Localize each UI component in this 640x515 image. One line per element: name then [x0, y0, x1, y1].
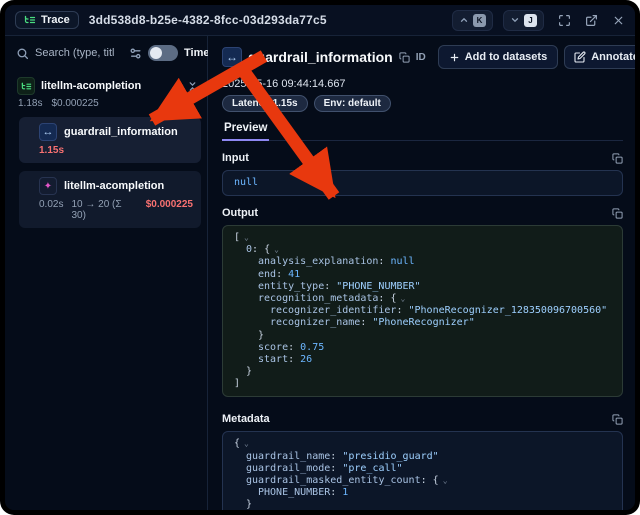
tab-preview[interactable]: Preview	[222, 119, 269, 141]
trace-icon	[17, 77, 35, 95]
tree-item-label: litellm-acompletion	[41, 80, 164, 92]
latency-badge: Latency 1.15s	[222, 95, 308, 112]
topbar: Trace 3dd538d8-b25e-4382-8fcc-03d293da77…	[5, 5, 635, 36]
observation-header: ↔ guardrail_information ID Add to datase…	[222, 45, 623, 69]
tree-item-root-trace[interactable]: litellm-acompletion	[14, 77, 201, 95]
metadata-heading: Metadata	[222, 413, 270, 425]
collapse-chevron-icon[interactable]	[170, 81, 181, 92]
copy-input-icon[interactable]	[612, 153, 623, 164]
item-latency: 1.15s	[39, 145, 64, 156]
badge-row: Latency 1.15s Env: default	[222, 95, 623, 112]
window-frame: Trace 3dd538d8-b25e-4382-8fcc-03d293da77…	[0, 0, 640, 515]
tree-root-stats: 1.18s $0.000225	[18, 98, 201, 109]
list-tree-icon	[24, 14, 36, 26]
filter-sliders-icon[interactable]	[129, 47, 142, 60]
add-to-datasets-label: Add to datasets	[465, 51, 548, 63]
shortcut-key-k: K	[473, 14, 486, 27]
observation-title: guardrail_information	[248, 49, 393, 65]
open-external-icon[interactable]	[585, 14, 598, 27]
plus-icon	[449, 52, 460, 63]
timeline-toggle[interactable]	[148, 45, 178, 61]
observation-timestamp: 2025-05-16 09:44:14.667	[222, 78, 623, 90]
output-section: Output [⌄0: {⌄analysis_explanation: null…	[222, 207, 623, 397]
tree-item-label: guardrail_information	[64, 126, 178, 138]
span-icon: ↔	[39, 123, 57, 141]
tree-item-guardrail-information[interactable]: ↔ guardrail_information 1.15s	[19, 117, 201, 163]
copy-id-icon[interactable]	[399, 52, 410, 63]
trace-badge-label: Trace	[41, 14, 70, 26]
annotate-label: Annotate	[591, 51, 635, 63]
search-icon	[16, 47, 29, 60]
trace-type-badge: Trace	[15, 11, 79, 29]
item-cost: $0.000225	[146, 199, 193, 221]
search-input[interactable]	[35, 47, 123, 59]
output-json[interactable]: [⌄0: {⌄analysis_explanation: nullend: 41…	[222, 225, 623, 397]
annotate-button[interactable]: Annotate	[565, 46, 635, 68]
root-cost: $0.000225	[51, 98, 98, 109]
input-heading: Input	[222, 152, 249, 164]
observation-detail-panel: ↔ guardrail_information ID Add to datase…	[208, 36, 635, 510]
metadata-section: Metadata {⌄guardrail_name: "presidio_gua…	[222, 413, 623, 510]
annotate-pencil-icon	[574, 51, 586, 63]
item-tokens: 10 → 20 (Σ 30)	[71, 199, 137, 221]
nav-previous-button[interactable]: K	[452, 10, 493, 31]
id-label: ID	[416, 52, 426, 63]
copy-metadata-icon[interactable]	[612, 414, 623, 425]
chevron-up-icon	[459, 15, 469, 25]
root-latency: 1.18s	[18, 98, 42, 109]
close-icon[interactable]	[612, 14, 625, 27]
input-value: null	[234, 177, 258, 188]
trace-id: 3dd538d8-b25e-4382-8fcc-03d293da77c5	[89, 13, 327, 27]
expand-icon[interactable]	[558, 14, 571, 27]
toggle-knob	[150, 47, 162, 59]
trace-detail-window: Trace 3dd538d8-b25e-4382-8fcc-03d293da77…	[5, 5, 635, 510]
item-latency: 0.02s	[39, 199, 63, 221]
add-to-datasets-button[interactable]: Add to datasets	[438, 45, 559, 69]
nav-next-button[interactable]: J	[503, 10, 544, 31]
shortcut-key-j: J	[524, 14, 537, 27]
env-badge: Env: default	[314, 95, 391, 112]
copy-output-icon[interactable]	[612, 208, 623, 219]
generation-icon: ✦	[39, 177, 57, 195]
metadata-json[interactable]: {⌄guardrail_name: "presidio_guard"guardr…	[222, 431, 623, 510]
output-heading: Output	[222, 207, 258, 219]
annotate-split-button: Annotate	[564, 45, 635, 69]
tree-item-label: litellm-acompletion	[64, 180, 164, 192]
trace-tree-sidebar: Timeline litellm-acompletion 1.18s $0.00…	[5, 36, 208, 510]
tree-item-litellm-acompletion[interactable]: ✦ litellm-acompletion 0.02s 10 → 20 (Σ 3…	[19, 171, 201, 228]
chevron-down-icon	[510, 15, 520, 25]
search-row: Timeline	[14, 45, 201, 61]
input-section: Input null	[222, 152, 623, 196]
span-icon: ↔	[222, 47, 242, 67]
collapse-all-icon[interactable]	[187, 81, 198, 92]
tabbar: Preview	[222, 118, 623, 141]
input-json[interactable]: null	[222, 170, 623, 196]
